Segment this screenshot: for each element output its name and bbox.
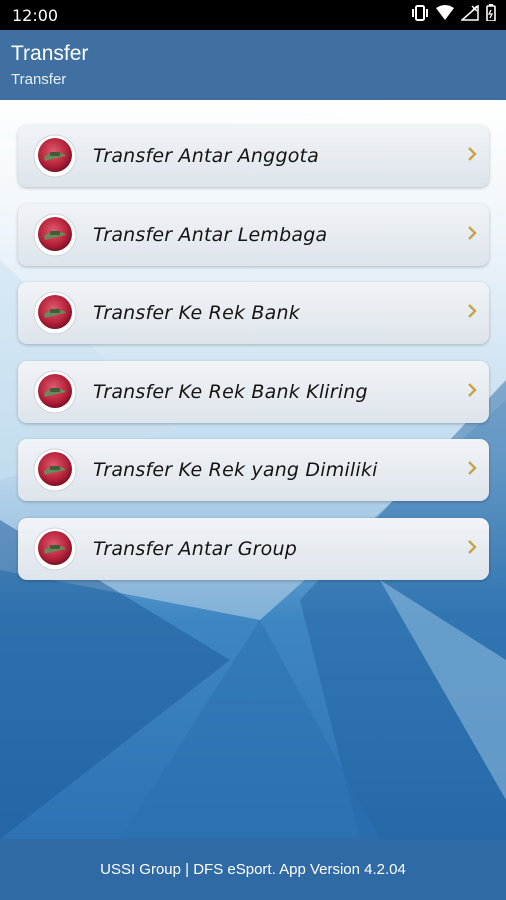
transfer-icon: [33, 134, 77, 178]
transfer-icon: [33, 213, 77, 257]
footer: USSI Group | DFS eSport. App Version 4.2…: [0, 839, 506, 900]
signal-icon: [460, 3, 479, 26]
content-area: Transfer Antar Anggota Transfer Antar Le…: [0, 100, 506, 839]
app-bar: Transfer Transfer: [0, 30, 506, 100]
page-title: Transfer: [11, 42, 89, 65]
status-icons: [411, 3, 496, 26]
page-subtitle: Transfer: [11, 71, 67, 88]
chevron-right-icon: [467, 461, 477, 480]
menu-item-label: Transfer Antar Group: [93, 537, 298, 560]
transfer-icon: [33, 527, 77, 571]
menu-item-label: Transfer Ke Rek Bank: [93, 302, 300, 324]
menu-item-label: Transfer Ke Rek Bank Kliring: [93, 380, 368, 403]
menu-item-transfer-ke-rek-yang-dimiliki[interactable]: Transfer Ke Rek yang Dimiliki: [18, 439, 489, 501]
chevron-right-icon: [467, 304, 477, 323]
transfer-icon: [33, 291, 77, 335]
menu-item-transfer-ke-rek-bank[interactable]: Transfer Ke Rek Bank: [18, 282, 489, 344]
menu-item-transfer-ke-rek-bank-kliring[interactable]: Transfer Ke Rek Bank Kliring: [18, 360, 489, 423]
vibrate-icon: [411, 4, 429, 26]
chevron-right-icon: [467, 147, 477, 166]
menu-item-label: Transfer Antar Lembaga: [93, 223, 328, 246]
menu-item-transfer-antar-group[interactable]: Transfer Antar Group: [18, 517, 489, 580]
status-bar: 12:00: [0, 0, 506, 30]
menu-item-label: Transfer Ke Rek yang Dimiliki: [93, 459, 378, 481]
menu-item-transfer-antar-lembaga[interactable]: Transfer Antar Lembaga: [18, 203, 489, 266]
battery-icon: [486, 4, 496, 26]
transfer-icon: [33, 370, 77, 414]
footer-text: USSI Group | DFS eSport. App Version 4.2…: [100, 861, 406, 878]
chevron-right-icon: [467, 225, 477, 245]
wifi-icon: [436, 5, 454, 25]
chevron-right-icon: [467, 382, 477, 402]
transfer-menu: Transfer Antar Anggota Transfer Antar Le…: [18, 125, 489, 596]
transfer-icon: [33, 448, 77, 492]
menu-item-transfer-antar-anggota[interactable]: Transfer Antar Anggota: [18, 125, 489, 187]
chevron-right-icon: [467, 539, 477, 559]
menu-item-label: Transfer Antar Anggota: [93, 145, 320, 167]
status-time: 12:00: [12, 5, 59, 25]
